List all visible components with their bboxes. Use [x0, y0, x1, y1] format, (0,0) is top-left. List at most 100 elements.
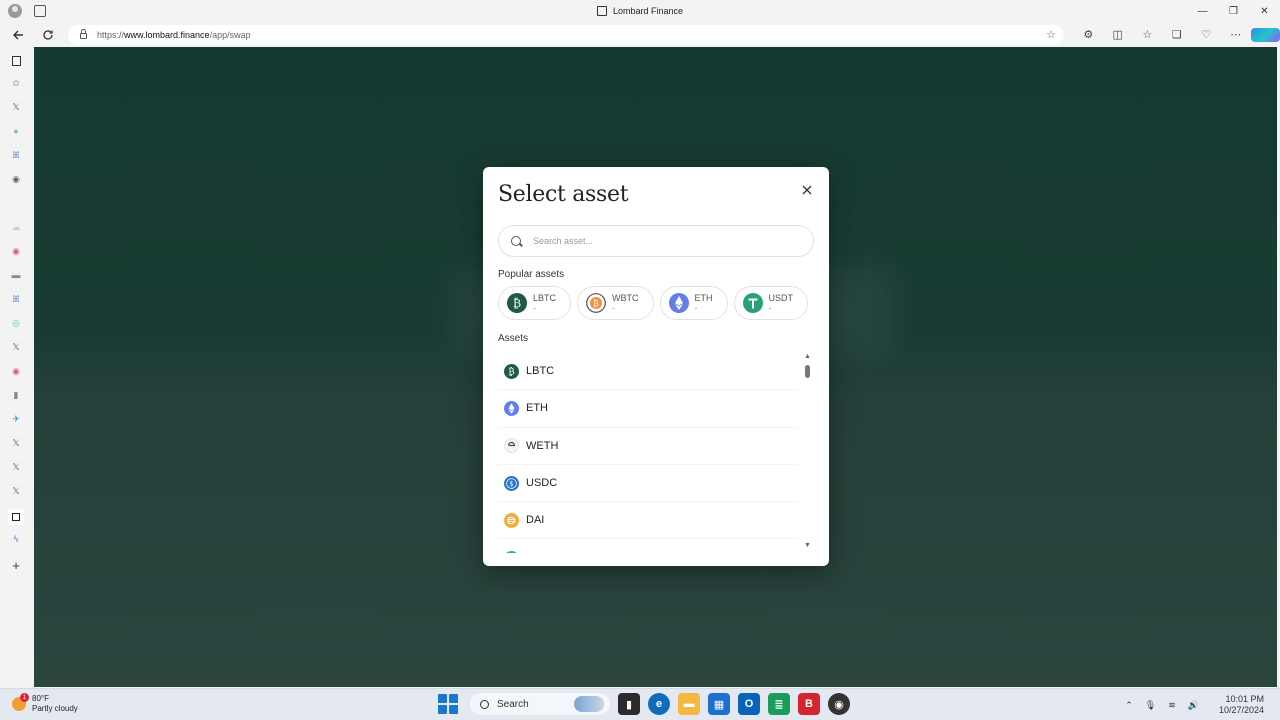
extensions-icon[interactable]: ⚙ — [1074, 28, 1104, 41]
lock-icon[interactable] — [80, 29, 87, 39]
partly-cloudy-icon: 1 — [12, 693, 29, 711]
popular-asset-eth[interactable]: ETH - — [659, 286, 728, 320]
notepad-icon[interactable]: ≣ — [768, 693, 790, 715]
weather-desc: Partly cloudy — [32, 704, 78, 713]
window-title: Lombard Finance — [0, 0, 1280, 22]
b-app-icon[interactable]: B — [798, 693, 820, 715]
favorite-star-icon[interactable]: ☆ — [1046, 28, 1056, 41]
scroll-thumb[interactable] — [805, 365, 810, 378]
popular-asset-symbol: ETH — [694, 293, 713, 303]
popular-asset-symbol: USDT — [768, 293, 794, 303]
popular-asset-balance: - — [768, 303, 772, 313]
task-view-icon[interactable]: ▮ — [618, 693, 640, 715]
copilot-icon — [1250, 27, 1280, 42]
weather-widget[interactable]: 1 80°F Partly cloudy — [12, 693, 78, 714]
scroll-down-icon[interactable]: ▼ — [804, 542, 811, 549]
wifi-icon[interactable]: ≋ — [1168, 700, 1176, 711]
collections-icon[interactable]: ❏ — [1162, 28, 1192, 41]
wbtc-coin-icon: ₿ — [586, 293, 606, 313]
maximize-button[interactable]: ❐ — [1218, 0, 1249, 22]
select-asset-modal: Select asset Popular assets ₿ LBTC - ₿ W… — [483, 167, 829, 566]
tab-icon[interactable]: ▬ — [10, 269, 22, 281]
eth-coin-icon — [668, 293, 689, 313]
back-button[interactable] — [6, 24, 30, 46]
windows-taskbar: 1 80°F Partly cloudy Search ▮ e ▬ ▦ O ≣ … — [0, 688, 1280, 720]
tab-icon[interactable] — [10, 55, 22, 67]
asset-row-usdc[interactable]: $ USDC — [498, 465, 798, 503]
clock-date: 10/27/2024 — [1218, 705, 1264, 715]
github-icon[interactable]: ◉ — [828, 693, 850, 715]
split-screen-icon[interactable]: ◫ — [1103, 28, 1133, 41]
svg-text:₿: ₿ — [593, 298, 599, 308]
more-menu-icon[interactable]: ⋯ — [1221, 28, 1251, 41]
x-tab-icon[interactable]: 𝕏 — [10, 461, 22, 473]
telegram-tab-icon[interactable]: ✈ — [10, 413, 22, 425]
taskbar-search[interactable]: Search — [470, 693, 610, 715]
assets-list[interactable]: ₿ LBTC ETH WETH $ USDC DAI — [498, 353, 798, 553]
asset-symbol: ETH — [526, 402, 548, 415]
tab-icon[interactable]: ✿ — [10, 77, 22, 89]
lombard-tab-active-icon[interactable] — [8, 509, 24, 525]
microsoft-store-icon[interactable]: ▦ — [708, 693, 730, 715]
outlook-icon[interactable]: O — [738, 693, 760, 715]
address-bar[interactable]: https://www.lombard.finance/app/swap ☆ — [68, 25, 1064, 45]
close-window-button[interactable]: ✕ — [1249, 0, 1280, 22]
clock[interactable]: 10:01 PM 10/27/2024 — [1213, 694, 1270, 716]
tab-icon[interactable]: ◎ — [10, 317, 22, 329]
tab-icon[interactable]: ☁ — [10, 221, 22, 233]
asset-row-partial[interactable] — [498, 539, 798, 553]
asset-row-eth[interactable]: ETH — [498, 390, 798, 428]
asset-symbol: WETH — [526, 439, 559, 452]
x-tab-icon[interactable]: 𝕏 — [10, 485, 22, 497]
show-hidden-icons[interactable]: ⌃ — [1125, 700, 1133, 711]
butterfly-tab-icon[interactable]: ꕤ — [10, 149, 22, 161]
tab-icon[interactable]: ● — [10, 125, 22, 137]
close-modal-button[interactable] — [800, 183, 814, 197]
asset-row-lbtc[interactable]: ₿ LBTC — [498, 353, 798, 391]
coin-icon — [506, 550, 517, 553]
microphone-icon[interactable]: 🎙 — [1145, 700, 1156, 711]
profile-icon[interactable] — [8, 4, 22, 18]
butterfly-tab-icon[interactable]: ꕤ — [10, 293, 22, 305]
taskbar-search-label: Search — [497, 698, 529, 710]
minimize-button[interactable]: — — [1187, 0, 1218, 22]
tab-icon[interactable]: ◉ — [10, 173, 22, 185]
tab-actions-icon[interactable] — [34, 5, 46, 17]
asset-search-box[interactable] — [498, 225, 814, 257]
asset-symbol: DAI — [526, 514, 545, 527]
x-tab-icon[interactable]: 𝕏 — [10, 341, 22, 353]
new-tab-icon[interactable]: + — [10, 558, 22, 573]
volume-icon[interactable]: 🔊 — [1188, 700, 1199, 711]
popular-asset-balance: - — [533, 303, 536, 313]
copilot-button[interactable] — [1250, 27, 1280, 42]
asset-row-weth[interactable]: WETH — [498, 428, 798, 465]
usdc-coin-icon: $ — [504, 475, 519, 491]
tab-icon[interactable]: ▮ — [10, 389, 22, 401]
tab-icon[interactable]: ◉ — [10, 245, 22, 257]
x-tab-icon[interactable]: 𝕏 — [10, 437, 22, 449]
popular-asset-wbtc[interactable]: ₿ WBTC - — [577, 286, 654, 320]
start-button[interactable] — [438, 694, 458, 714]
tab-icon[interactable]: ◉ — [10, 365, 22, 377]
search-icon — [480, 699, 489, 709]
weth-coin-icon — [504, 438, 519, 454]
edge-browser-icon[interactable]: e — [648, 693, 670, 715]
asset-row-dai[interactable]: DAI — [498, 502, 798, 540]
scroll-up-icon[interactable]: ▲ — [804, 353, 811, 360]
asset-search-input[interactable] — [533, 236, 783, 246]
popular-asset-symbol: WBTC — [612, 293, 639, 303]
assets-scrollbar[interactable]: ▲ ▼ — [803, 353, 811, 549]
refresh-button[interactable] — [36, 24, 60, 46]
tab-icon[interactable]: ϟ — [10, 533, 22, 545]
popular-asset-usdt[interactable]: USDT - — [733, 286, 809, 320]
file-explorer-icon[interactable]: ▬ — [678, 693, 700, 715]
popular-asset-lbtc[interactable]: ₿ LBTC - — [498, 286, 572, 320]
x-tab-icon[interactable]: 𝕏 — [10, 101, 22, 113]
browser-toolbar: https://www.lombard.finance/app/swap ☆ ⚙… — [0, 22, 1280, 47]
browser-essentials-icon[interactable]: ♡ — [1192, 28, 1222, 41]
assets-label: Assets — [498, 333, 529, 344]
search-highlight-art — [574, 696, 604, 712]
favorites-icon[interactable]: ☆ — [1133, 28, 1163, 41]
asset-symbol: LBTC — [526, 365, 555, 378]
weather-temp: 80°F — [32, 694, 49, 703]
